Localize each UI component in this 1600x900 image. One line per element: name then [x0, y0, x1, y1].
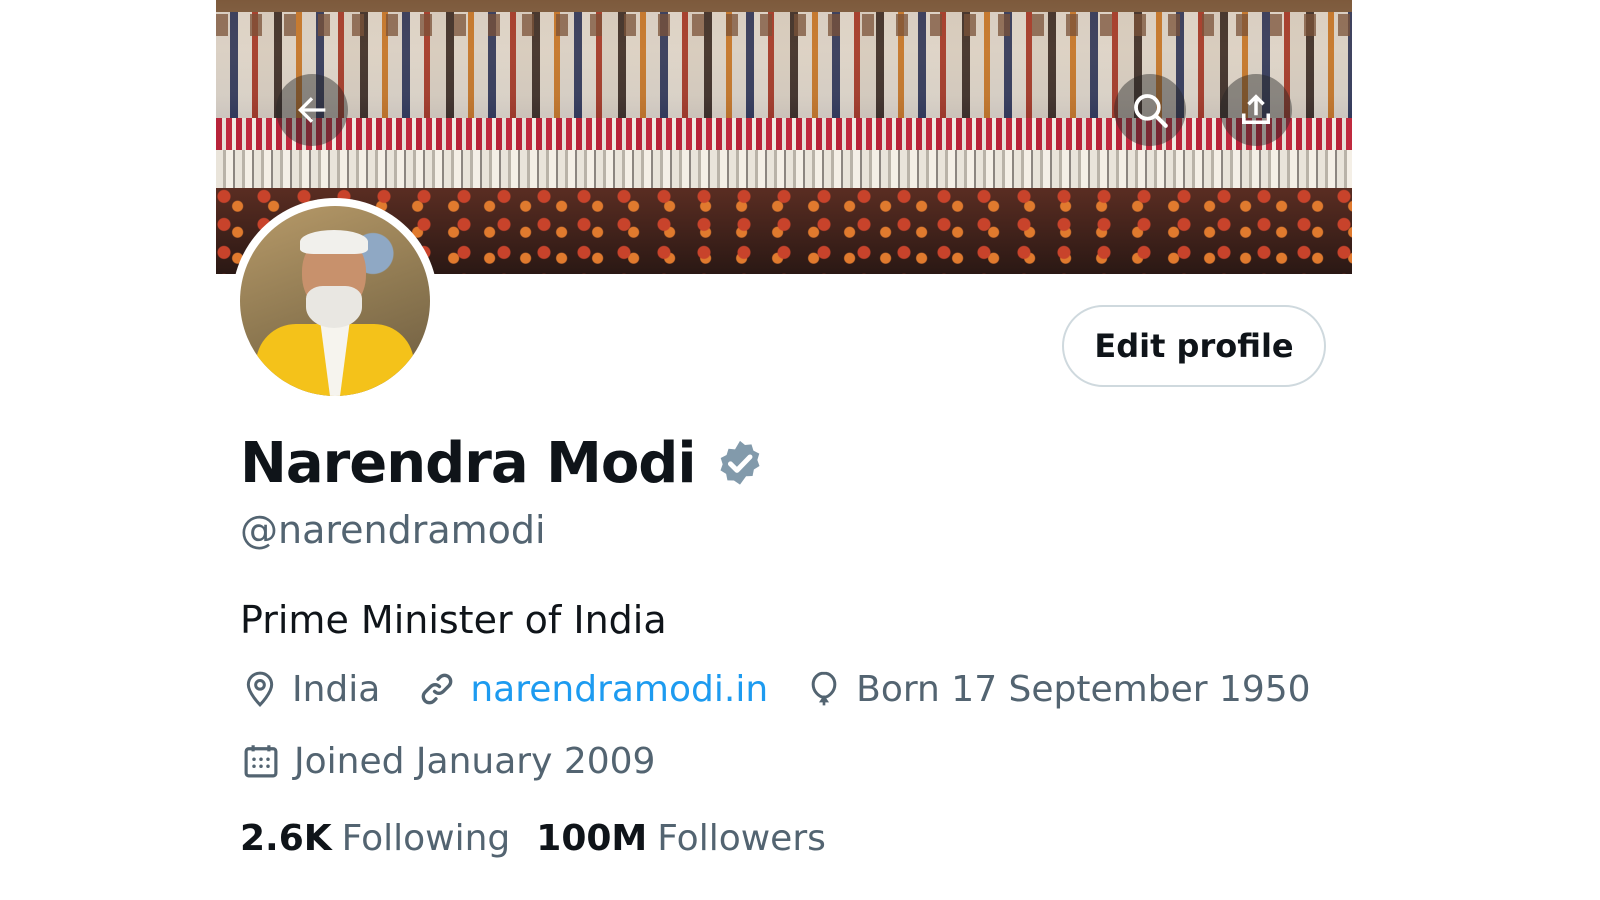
name-row: Narendra Modi [240, 430, 766, 496]
profile-stats: 2.6K Following 100M Followers [240, 818, 852, 859]
website-link[interactable]: narendramodi.in [470, 669, 768, 710]
profile-handle: @narendramodi [240, 508, 546, 552]
banner-faces [216, 14, 1352, 36]
banner-flowers-white [216, 150, 1352, 190]
avatar-image [240, 206, 430, 396]
joined-text: Joined January 2009 [294, 740, 656, 782]
share-upload-icon [1242, 94, 1270, 124]
followers-stat[interactable]: 100M Followers [536, 818, 826, 859]
website-item[interactable]: narendramodi.in [416, 668, 768, 710]
birthday-text: Born 17 September 1950 [856, 668, 1311, 710]
profile-meta-row: India narendramodi.in Born 17 September … [240, 668, 1347, 710]
balloon-icon [811, 671, 837, 706]
search-button[interactable] [1114, 74, 1186, 146]
avatar[interactable] [232, 198, 438, 404]
location-pin-icon [246, 671, 274, 707]
location-text: India [292, 668, 381, 710]
search-icon [1134, 94, 1168, 128]
link-icon [422, 673, 453, 705]
followers-count: 100M [536, 818, 648, 859]
profile-name: Narendra Modi [240, 430, 697, 496]
back-button[interactable] [276, 74, 348, 146]
calendar-icon [244, 745, 278, 778]
arrow-left-icon [298, 97, 326, 123]
edit-profile-button[interactable]: Edit profile [1062, 305, 1326, 387]
following-label: Following [341, 818, 511, 859]
following-count: 2.6K [240, 818, 332, 859]
birthday-item: Born 17 September 1950 [804, 668, 1311, 710]
share-button[interactable] [1220, 74, 1292, 146]
following-stat[interactable]: 2.6K Following [240, 818, 510, 859]
location-item: India [240, 669, 380, 710]
joined-item: Joined January 2009 [240, 740, 655, 782]
profile-meta-row-joined: Joined January 2009 [240, 740, 691, 782]
profile-bio: Prime Minister of India [240, 598, 667, 642]
followers-label: Followers [657, 818, 826, 859]
verified-badge-icon[interactable] [714, 437, 766, 489]
